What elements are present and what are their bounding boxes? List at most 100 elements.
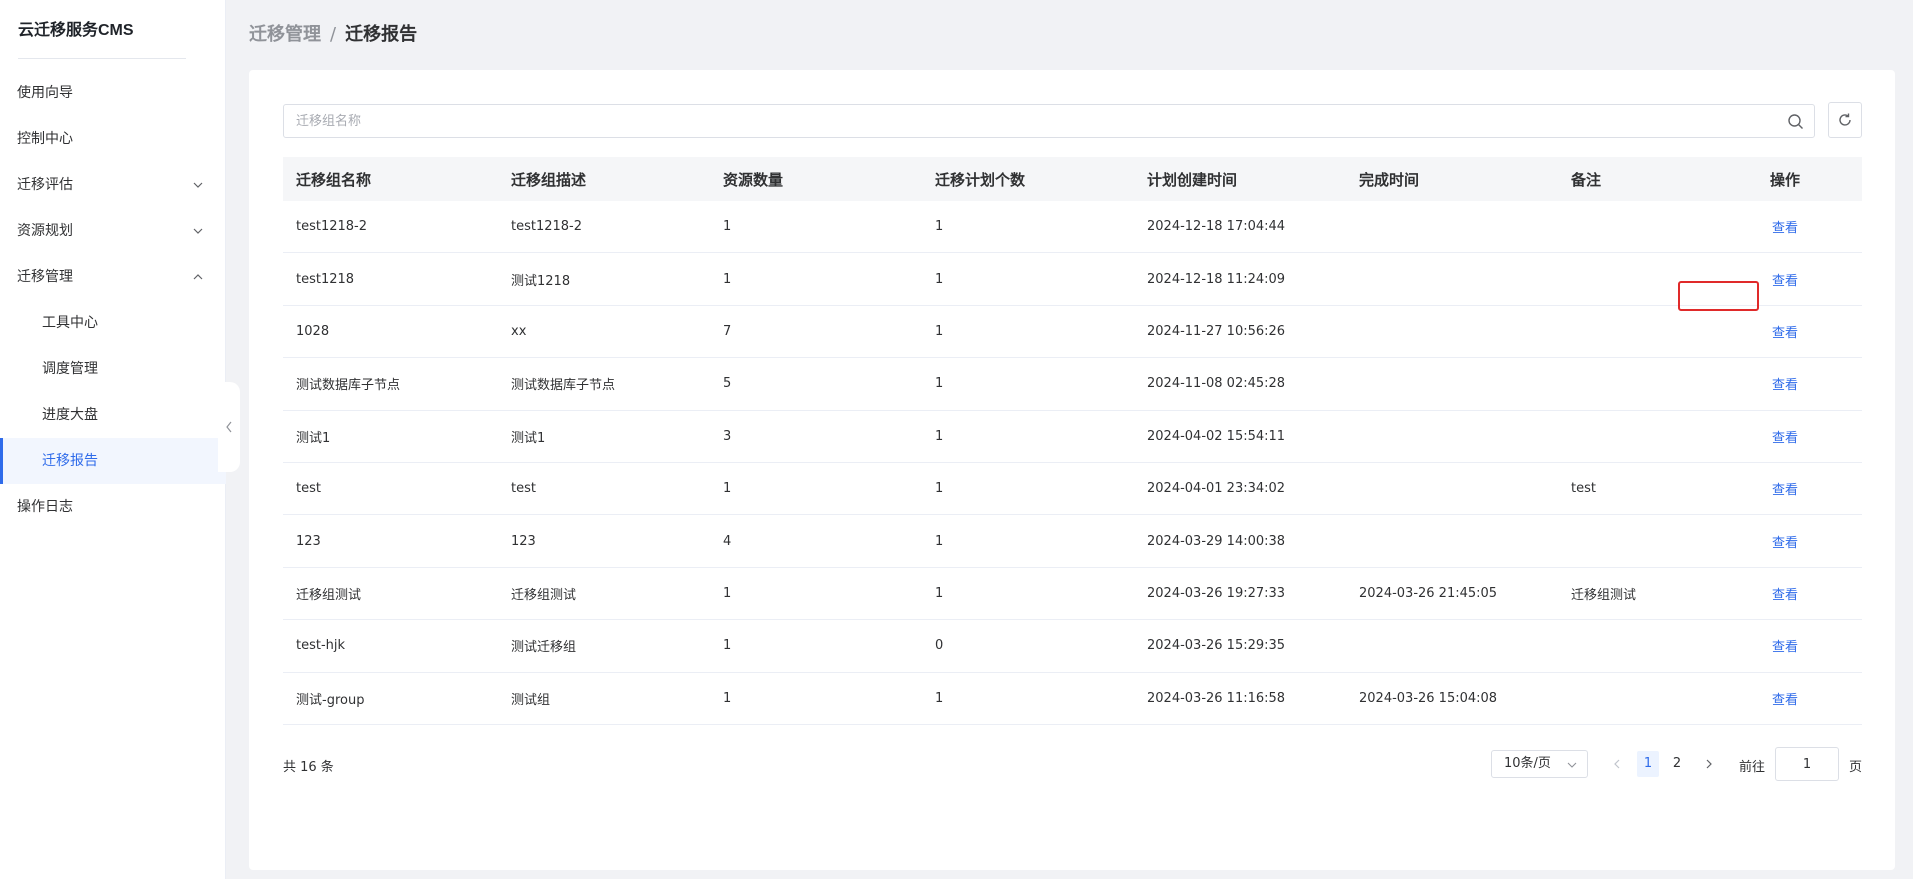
table-cell-name: test1218 xyxy=(296,271,355,287)
view-link[interactable]: 查看 xyxy=(1772,378,1798,393)
search-icon[interactable] xyxy=(1787,113,1804,130)
table-cell-created: 2024-04-02 15:54:11 xyxy=(1147,428,1286,444)
table-cell-action: 查看 xyxy=(1708,427,1862,446)
table-cell-resources: 4 xyxy=(723,533,732,549)
table-cell-desc: 迁移组测试 xyxy=(511,587,577,603)
page-size-value: 10条/页 xyxy=(1504,756,1551,771)
table-cell-resources: 1 xyxy=(723,219,732,235)
goto-page-input[interactable] xyxy=(1775,747,1839,781)
column-header: 迁移组名称 xyxy=(296,170,372,189)
view-link[interactable]: 查看 xyxy=(1772,431,1798,446)
chevron-left-icon xyxy=(1614,759,1620,769)
table-cell-resources: 7 xyxy=(723,323,732,339)
table-row: test test 1 1 2024-04-01 23:34:02 test 查看 xyxy=(283,463,1862,516)
table-cell-created: 2024-12-18 17:04:44 xyxy=(1147,219,1286,235)
table-cell-created: 2024-03-26 11:16:58 xyxy=(1147,690,1286,706)
view-link[interactable]: 查看 xyxy=(1772,536,1798,551)
page-number-current[interactable]: 1 xyxy=(1637,751,1659,777)
table-cell-resources: 3 xyxy=(723,428,732,444)
table-cell-completed: 2024-03-26 15:04:08 xyxy=(1359,690,1498,706)
table-cell-note: test xyxy=(1571,481,1596,497)
table-cell-desc: test1218-2 xyxy=(511,219,583,235)
table-cell-plans: 1 xyxy=(935,690,944,706)
table-cell-desc: 测试1218 xyxy=(511,273,571,289)
chevron-down-icon xyxy=(193,228,203,234)
table-cell-plans: 1 xyxy=(935,428,944,444)
table-cell-resources: 5 xyxy=(723,376,732,392)
breadcrumb-current: 迁移报告 xyxy=(345,24,418,45)
next-page-button[interactable] xyxy=(1699,750,1719,778)
table-row: 测试-group 测试组 1 1 2024-03-26 11:16:58 2024-03-… xyxy=(283,673,1862,725)
table-cell-plans: 1 xyxy=(935,323,944,339)
view-link[interactable]: 查看 xyxy=(1772,326,1798,341)
column-header: 操作 xyxy=(1769,170,1800,189)
table-cell-name: 测试-group xyxy=(296,692,365,708)
table-cell-completed: 2024-03-26 21:45:05 xyxy=(1359,585,1498,601)
page-number[interactable]: 2 xyxy=(1666,751,1688,777)
table-cell-action: 查看 xyxy=(1708,584,1862,603)
refresh-button[interactable] xyxy=(1828,102,1862,138)
page-size-select[interactable]: 10条/页 xyxy=(1491,750,1588,778)
sidebar-item-scheduling[interactable]: 调度管理 xyxy=(0,346,226,392)
table-cell-resources: 1 xyxy=(723,585,732,601)
table-row: test1218 测试1218 1 1 2024-12-18 11:24:09 查看 xyxy=(283,253,1862,306)
table-cell-name: test-hjk xyxy=(296,638,346,654)
table-cell-plans: 1 xyxy=(935,533,944,549)
table-cell-desc: 测试组 xyxy=(511,692,551,708)
sidebar-item-assessment[interactable]: 迁移评估 xyxy=(0,162,226,208)
search-box xyxy=(283,104,1815,138)
view-link[interactable]: 查看 xyxy=(1772,588,1798,603)
view-link[interactable]: 查看 xyxy=(1772,640,1798,655)
sidebar-item-label: 迁移评估 xyxy=(17,177,73,193)
column-header: 资源数量 xyxy=(723,170,784,189)
table-cell-action: 查看 xyxy=(1708,270,1862,289)
table-cell-resources: 1 xyxy=(723,481,732,497)
sidebar-item-label: 控制中心 xyxy=(17,131,73,147)
report-table: 迁移组名称 迁移组描述 资源数量 迁移计划个数 计划创建时间 完成时间 备注 操… xyxy=(283,157,1862,725)
table-cell-created: 2024-03-26 19:27:33 xyxy=(1147,585,1286,601)
sidebar-item-label: 使用向导 xyxy=(17,85,73,101)
sidebar-collapse-button[interactable] xyxy=(218,382,240,472)
prev-page-button[interactable] xyxy=(1607,750,1627,778)
table-cell-desc: xx xyxy=(511,323,527,339)
table-cell-name: test1218-2 xyxy=(296,219,368,235)
view-link[interactable]: 查看 xyxy=(1772,274,1798,289)
sidebar-item-migration-report[interactable]: 迁移报告 xyxy=(0,438,226,484)
sidebar-item-progress-dashboard[interactable]: 进度大盘 xyxy=(0,392,226,438)
breadcrumb-parent[interactable]: 迁移管理 xyxy=(249,24,321,45)
table-row: 测试数据库子节点 测试数据库子节点 5 1 2024-11-08 02:45:28 查看 xyxy=(283,358,1862,411)
sidebar-item-tool-center[interactable]: 工具中心 xyxy=(0,300,226,346)
table-cell-action: 查看 xyxy=(1708,532,1862,551)
table-body: test1218-2 test1218-2 1 1 2024-12-18 17:04:4… xyxy=(283,201,1862,725)
table-cell-desc: 测试数据库子节点 xyxy=(511,378,616,394)
sidebar-item-label: 资源规划 xyxy=(17,223,73,239)
chevron-down-icon xyxy=(1567,762,1577,768)
sidebar-item-resource-planning[interactable]: 资源规划 xyxy=(0,208,226,254)
table-cell-plans: 1 xyxy=(935,481,944,497)
sidebar-item-control-center[interactable]: 控制中心 xyxy=(0,116,226,162)
table-cell-created: 2024-11-08 02:45:28 xyxy=(1147,376,1286,392)
table-cell-action: 查看 xyxy=(1708,374,1862,393)
chevron-down-icon xyxy=(193,182,203,188)
table-cell-created: 2024-12-18 11:24:09 xyxy=(1147,271,1286,287)
table-cell-name: 1028 xyxy=(296,323,330,339)
sidebar-item-operation-log[interactable]: 操作日志 xyxy=(0,484,226,530)
view-link[interactable]: 查看 xyxy=(1772,693,1798,708)
table-cell-resources: 1 xyxy=(723,271,732,287)
sidebar-item-label: 迁移管理 xyxy=(17,269,73,285)
main-card: 迁移组名称 迁移组描述 资源数量 迁移计划个数 计划创建时间 完成时间 备注 操… xyxy=(249,70,1895,870)
column-header: 完成时间 xyxy=(1359,170,1420,189)
sidebar-menu: 使用向导 控制中心 迁移评估 资源规划 迁移管理 工具中心 调度管理 进度大盘 … xyxy=(0,70,226,530)
table-cell-note: 迁移组测试 xyxy=(1571,587,1637,603)
table-cell-resources: 1 xyxy=(723,690,732,706)
sidebar-item-migration-management[interactable]: 迁移管理 xyxy=(0,254,226,300)
table-cell-desc: 123 xyxy=(511,533,536,549)
total-count: 共 16 条 xyxy=(283,760,334,775)
table-cell-plans: 1 xyxy=(935,585,944,601)
table-cell-action: 查看 xyxy=(1708,479,1862,498)
sidebar-item-guide[interactable]: 使用向导 xyxy=(0,70,226,116)
view-link[interactable]: 查看 xyxy=(1772,483,1798,498)
table-row: 123 123 4 1 2024-03-29 14:00:38 查看 xyxy=(283,515,1862,568)
search-input[interactable] xyxy=(284,105,1774,137)
view-link[interactable]: 查看 xyxy=(1772,221,1798,236)
